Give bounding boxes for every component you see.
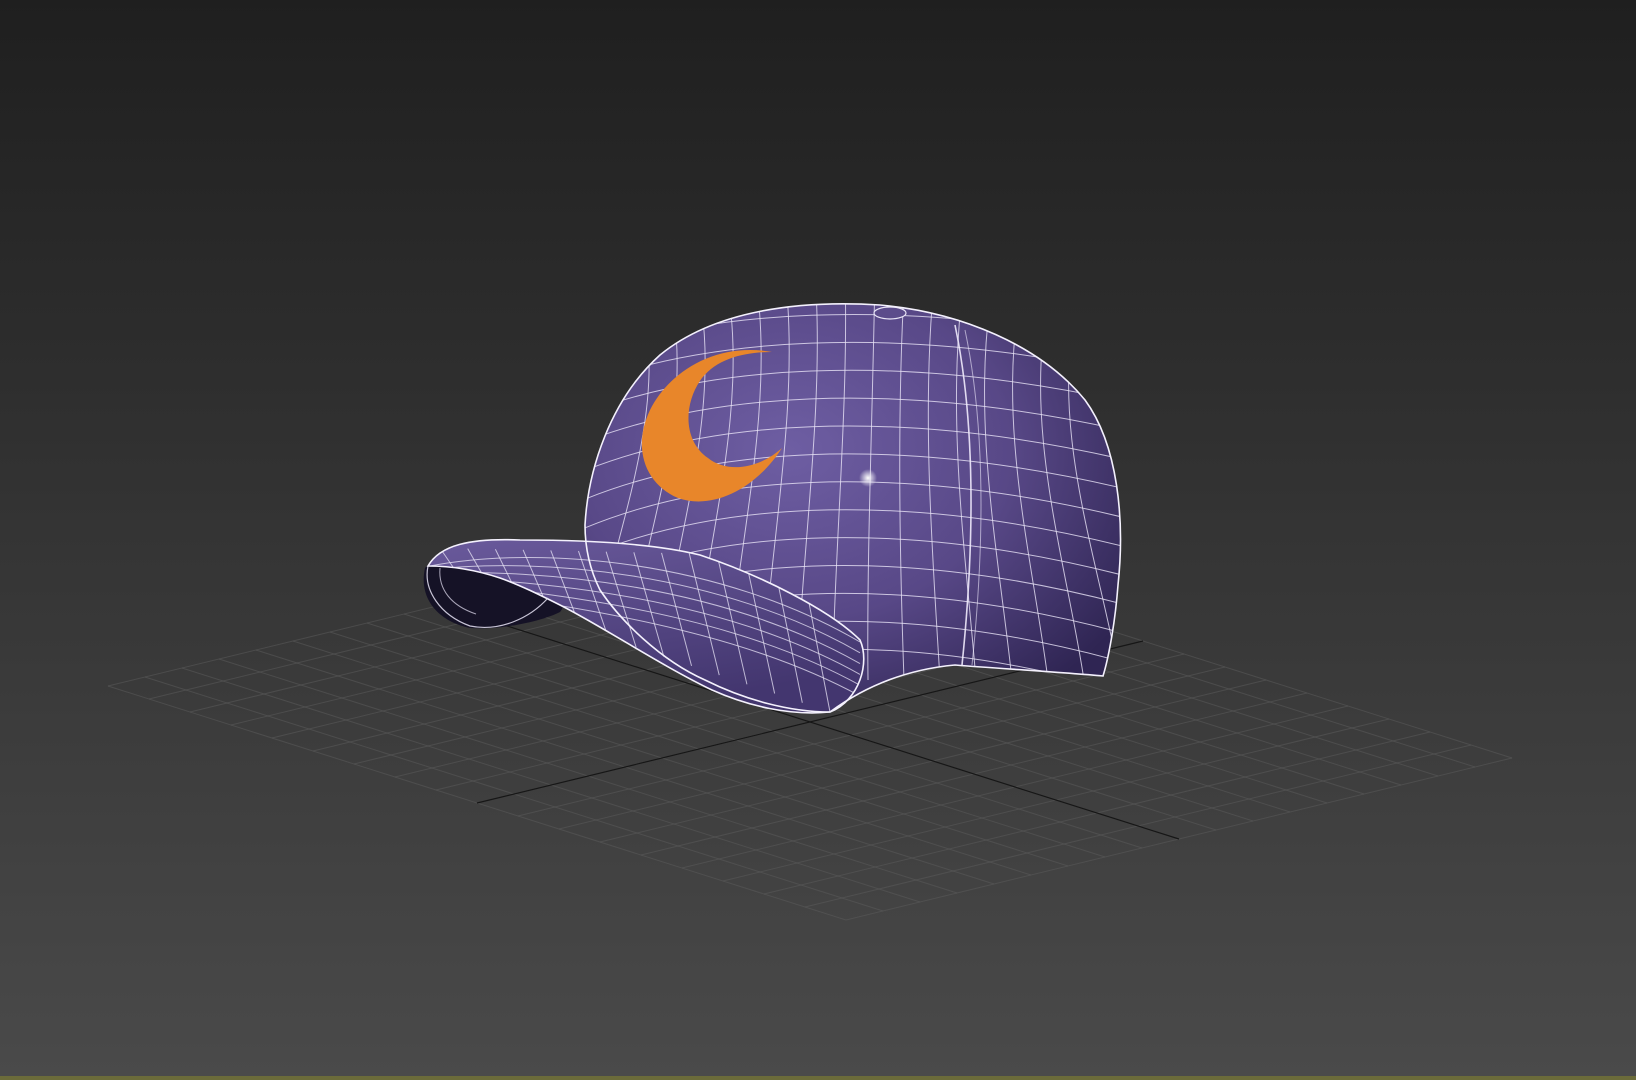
3d-viewport[interactable] [0, 0, 1636, 1080]
specular-highlight [859, 469, 877, 487]
baseball-cap-model[interactable] [423, 290, 1130, 714]
cap-top-button [873, 306, 907, 320]
viewport-bottom-border [0, 1076, 1636, 1080]
